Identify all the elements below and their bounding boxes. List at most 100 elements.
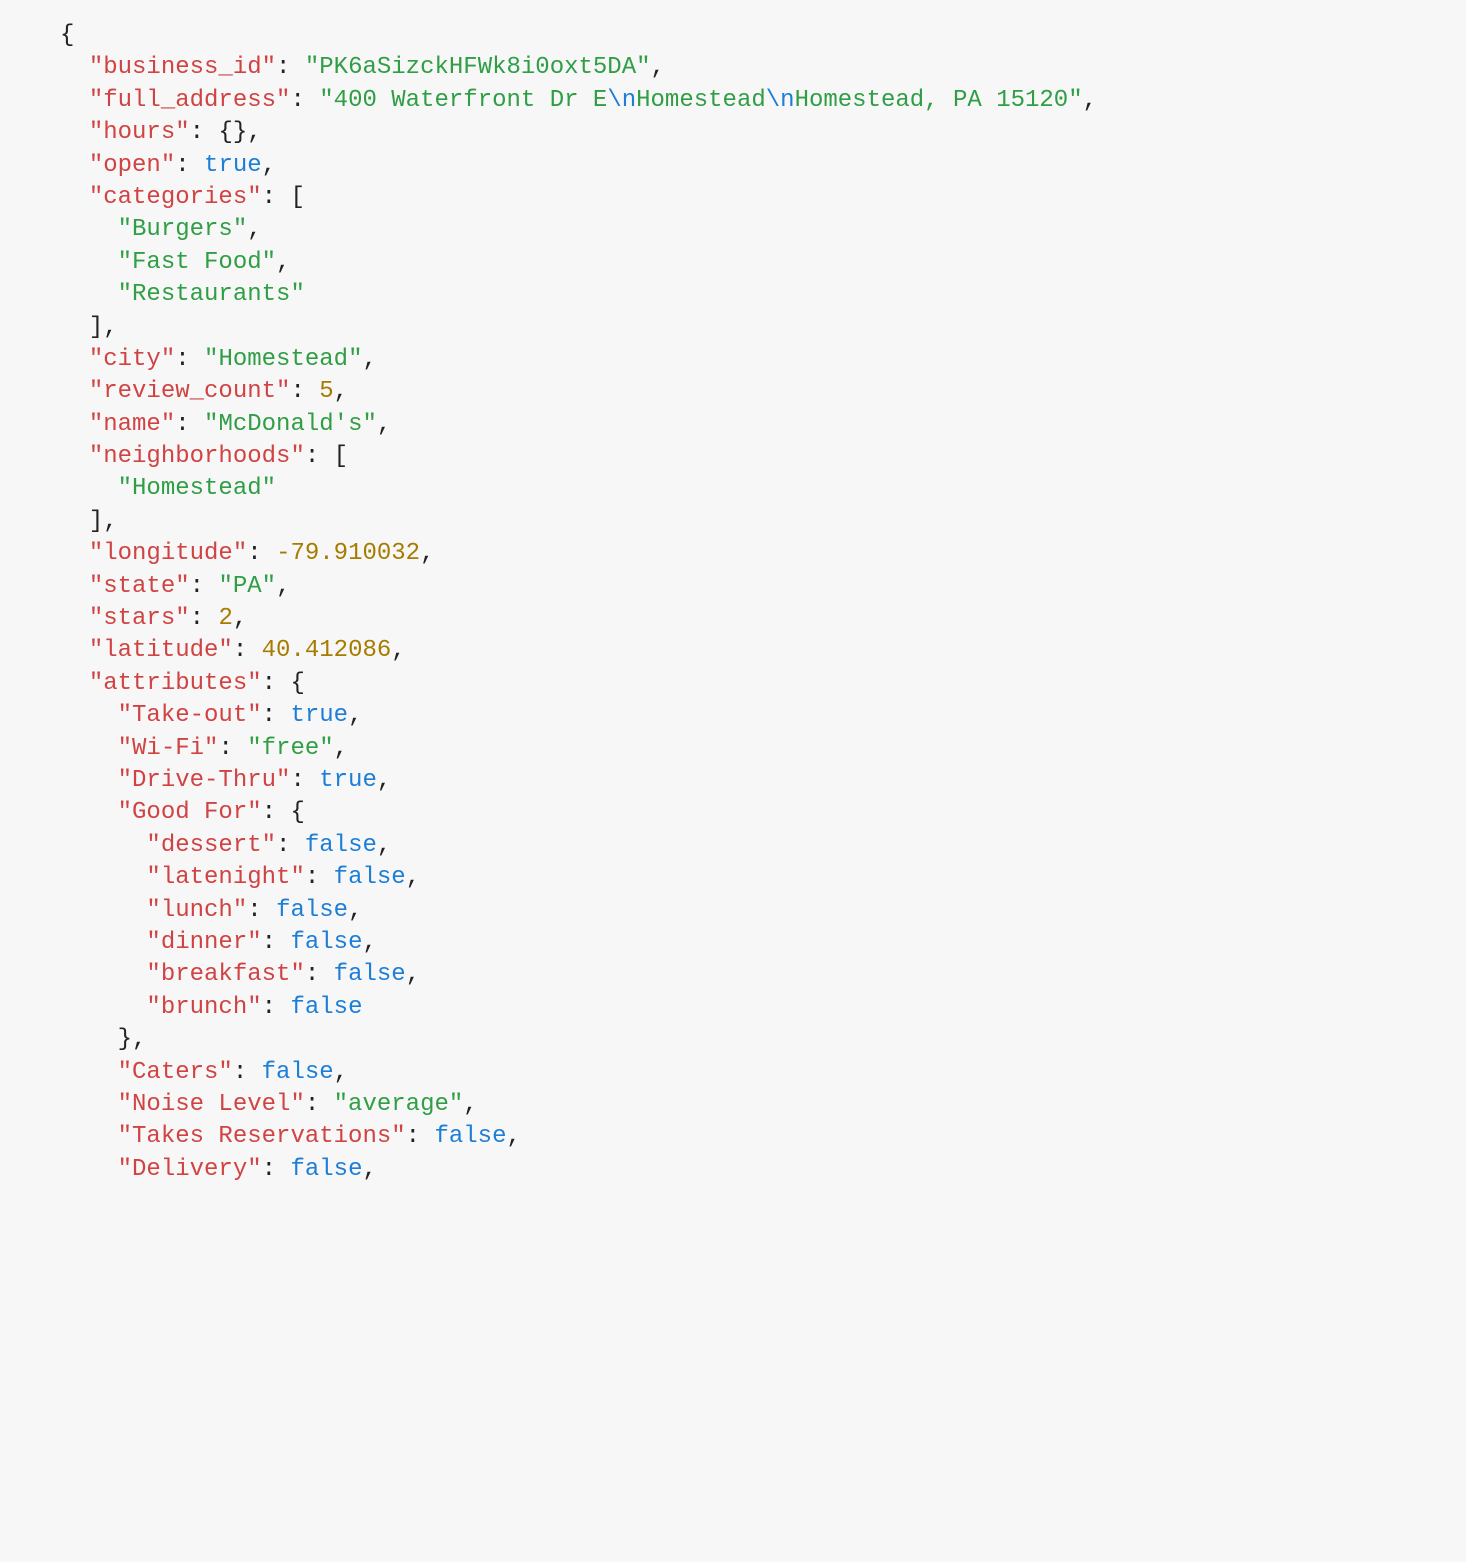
json-key: "open": [89, 152, 175, 179]
punct: ,: [348, 897, 362, 924]
punct: ,: [377, 832, 391, 859]
json-key: "attributes": [89, 670, 262, 697]
json-string: "Homestead": [118, 475, 276, 502]
punct: : {: [262, 799, 305, 826]
punct: :: [262, 994, 291, 1021]
punct: ,: [420, 540, 434, 567]
punct: :: [175, 411, 204, 438]
punct: :: [262, 1156, 291, 1183]
json-key: "Caters": [118, 1059, 233, 1086]
punct: :: [305, 864, 334, 891]
json-boolean: false: [305, 832, 377, 859]
punct: :: [406, 1123, 435, 1150]
json-key: "Delivery": [118, 1156, 262, 1183]
json-key: "dinner": [146, 929, 261, 956]
json-boolean: true: [290, 702, 348, 729]
json-boolean: false: [276, 897, 348, 924]
punct: :: [290, 767, 319, 794]
json-string: "400 Waterfront Dr E: [319, 87, 607, 114]
punct: :: [290, 378, 319, 405]
punct: :: [190, 573, 219, 600]
punct: ,: [506, 1123, 520, 1150]
json-key: "full_address": [89, 87, 291, 114]
json-key: "Drive-Thru": [118, 767, 291, 794]
json-number: 2: [218, 605, 232, 632]
json-key: "latenight": [146, 864, 304, 891]
punct: :: [175, 152, 204, 179]
json-boolean: false: [290, 994, 362, 1021]
json-boolean: true: [204, 152, 262, 179]
punct: },: [118, 1026, 147, 1053]
json-key: "lunch": [146, 897, 247, 924]
json-string: "Homestead": [204, 346, 362, 373]
json-string: "PK6aSizckHFWk8i0oxt5DA": [305, 54, 651, 81]
punct: : [: [262, 184, 305, 211]
json-string: "McDonald's": [204, 411, 377, 438]
punct: ,: [276, 249, 290, 276]
json-number: -79.910032: [276, 540, 420, 567]
json-boolean: false: [262, 1059, 334, 1086]
json-key: "latitude": [89, 637, 233, 664]
json-key: "Wi-Fi": [118, 735, 219, 762]
json-boolean: false: [434, 1123, 506, 1150]
json-key: "review_count": [89, 378, 291, 405]
punct: : {: [262, 670, 305, 697]
punct: :: [247, 897, 276, 924]
json-key: "neighborhoods": [89, 443, 305, 470]
punct: ,: [334, 735, 348, 762]
punct: ],: [89, 314, 118, 341]
punct: ,: [233, 605, 247, 632]
json-key: "city": [89, 346, 175, 373]
json-boolean: false: [334, 864, 406, 891]
punct: ,: [406, 864, 420, 891]
json-boolean: true: [319, 767, 377, 794]
json-string: "Restaurants": [118, 281, 305, 308]
punct: ,: [651, 54, 665, 81]
json-string: "free": [247, 735, 333, 762]
json-string: "average": [334, 1091, 464, 1118]
punct: :: [190, 605, 219, 632]
json-string: Homestead, PA 15120": [795, 87, 1083, 114]
json-key: "hours": [89, 119, 190, 146]
punct: :: [276, 832, 305, 859]
punct: :: [247, 540, 276, 567]
punct: :: [305, 1091, 334, 1118]
escape-seq: \n: [607, 87, 636, 114]
json-key: "Take-out": [118, 702, 262, 729]
punct: :: [175, 346, 204, 373]
punct: ,: [1083, 87, 1097, 114]
json-boolean: false: [290, 1156, 362, 1183]
punct: {: [60, 22, 74, 49]
json-number: 40.412086: [262, 637, 392, 664]
json-key: "Takes Reservations": [118, 1123, 406, 1150]
json-key: "business_id": [89, 54, 276, 81]
json-key: "categories": [89, 184, 262, 211]
punct: : {},: [190, 119, 262, 146]
punct: :: [233, 637, 262, 664]
punct: :: [305, 961, 334, 988]
json-key: "Noise Level": [118, 1091, 305, 1118]
json-string: "PA": [218, 573, 276, 600]
punct: ,: [377, 767, 391, 794]
punct: ,: [362, 929, 376, 956]
punct: ,: [377, 411, 391, 438]
json-key: "dessert": [146, 832, 276, 859]
json-boolean: false: [290, 929, 362, 956]
punct: ,: [262, 152, 276, 179]
escape-seq: \n: [766, 87, 795, 114]
punct: ],: [89, 508, 118, 535]
punct: ,: [362, 346, 376, 373]
punct: :: [218, 735, 247, 762]
json-key: "stars": [89, 605, 190, 632]
punct: ,: [362, 1156, 376, 1183]
json-string: Homestead: [636, 87, 766, 114]
punct: ,: [334, 378, 348, 405]
punct: ,: [463, 1091, 477, 1118]
json-code-block: { "business_id": "PK6aSizckHFWk8i0oxt5DA…: [0, 0, 1466, 1186]
punct: ,: [348, 702, 362, 729]
json-boolean: false: [334, 961, 406, 988]
punct: ,: [334, 1059, 348, 1086]
punct: :: [262, 702, 291, 729]
json-key: "name": [89, 411, 175, 438]
punct: ,: [391, 637, 405, 664]
